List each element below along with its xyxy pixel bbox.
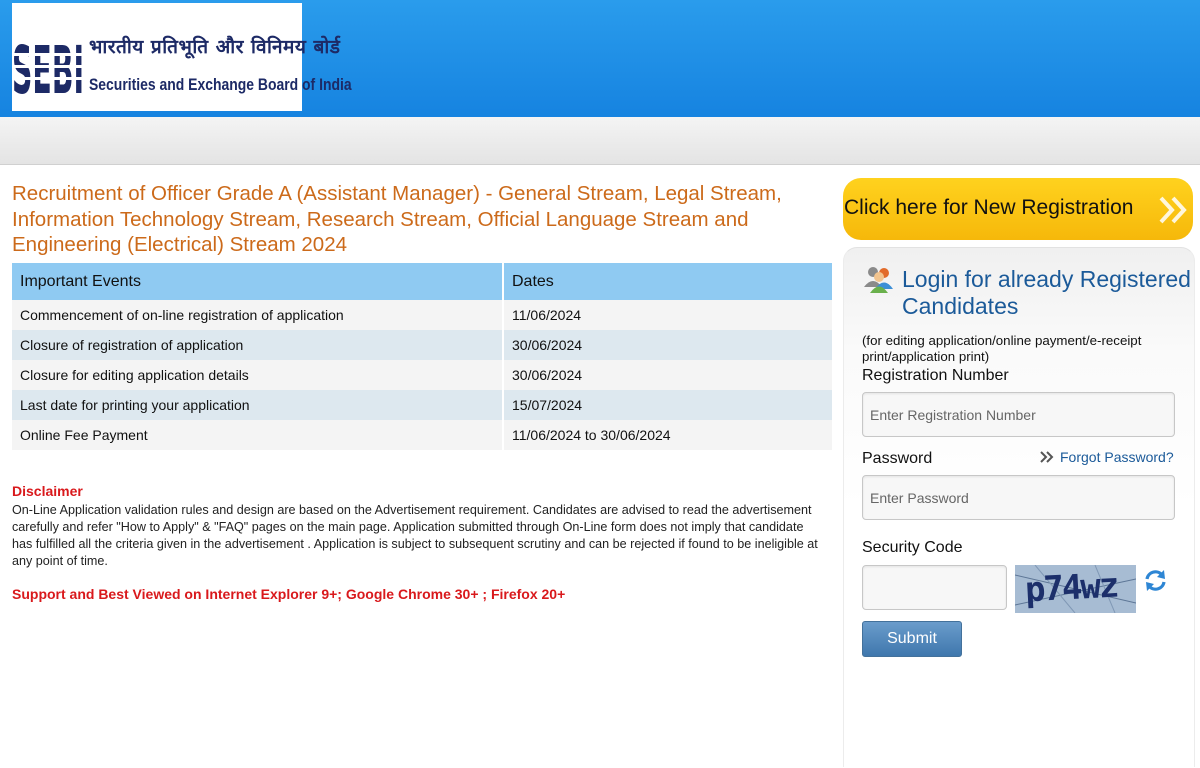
event-cell: Last date for printing your application (12, 390, 504, 420)
login-title: Login for already Registered Candidates (902, 266, 1191, 319)
browser-support-note: Support and Best Viewed on Internet Expl… (12, 586, 566, 602)
password-input[interactable] (862, 475, 1175, 520)
table-row: Closure of registration of application 3… (12, 330, 832, 360)
new-registration-label: Click here for New Registration (844, 196, 1134, 219)
site-header: SEBI भारतीय प्रतिभूति और विनिमय बोर्ड Se… (0, 0, 1200, 117)
table-row: Closure for editing application details … (12, 360, 832, 390)
table-header-row: Important Events Dates (12, 263, 832, 300)
event-cell: Online Fee Payment (12, 420, 504, 450)
refresh-icon[interactable] (1143, 568, 1168, 593)
table-row: Commencement of on-line registration of … (12, 300, 832, 330)
important-events-table: Important Events Dates Commencement of o… (12, 263, 832, 450)
table-header-dates: Dates (503, 263, 832, 300)
event-cell: Closure of registration of application (12, 330, 504, 360)
table-row: Last date for printing your application … (12, 390, 832, 420)
event-cell: Commencement of on-line registration of … (12, 300, 504, 330)
date-cell: 11/06/2024 (503, 300, 832, 330)
security-code-input[interactable] (862, 565, 1007, 610)
date-cell: 11/06/2024 to 30/06/2024 (503, 420, 832, 450)
captcha-text: p74wz (1024, 565, 1119, 611)
new-registration-button[interactable]: Click here for New Registration (843, 178, 1193, 240)
event-cell: Closure for editing application details (12, 360, 504, 390)
double-chevron-right-icon (1040, 451, 1054, 463)
security-code-label: Security Code (862, 539, 963, 556)
submit-button[interactable]: Submit (862, 621, 962, 657)
sebi-logo[interactable]: SEBI भारतीय प्रतिभूति और विनिमय बोर्ड Se… (12, 3, 352, 111)
double-chevron-right-icon (1159, 196, 1187, 224)
date-cell: 30/06/2024 (503, 330, 832, 360)
users-icon (864, 267, 893, 293)
table-row: Online Fee Payment 11/06/2024 to 30/06/2… (12, 420, 832, 450)
disclaimer-heading: Disclaimer (12, 483, 83, 499)
password-label: Password (862, 450, 933, 467)
login-subtitle: (for editing application/online payment/… (862, 333, 1142, 364)
nav-bar (0, 117, 1200, 165)
registration-number-label: Registration Number (862, 367, 1009, 384)
logo-english-text: Securities and Exchange Board of India (89, 75, 352, 94)
date-cell: 30/06/2024 (503, 360, 832, 390)
sebi-logo-mark: SEBI (12, 32, 84, 103)
logo-hindi-text: भारतीय प्रतिभूति और विनिमय बोर्ड (89, 36, 341, 58)
registration-number-input[interactable] (862, 392, 1175, 437)
forgot-password-link[interactable]: Forgot Password? (1060, 449, 1174, 465)
table-header-events: Important Events (12, 263, 504, 300)
date-cell: 15/07/2024 (503, 390, 832, 420)
page-title: Recruitment of Officer Grade A (Assistan… (12, 182, 782, 256)
disclaimer-text: On-Line Application validation rules and… (12, 503, 818, 568)
captcha-image: p74wz (1015, 565, 1136, 613)
